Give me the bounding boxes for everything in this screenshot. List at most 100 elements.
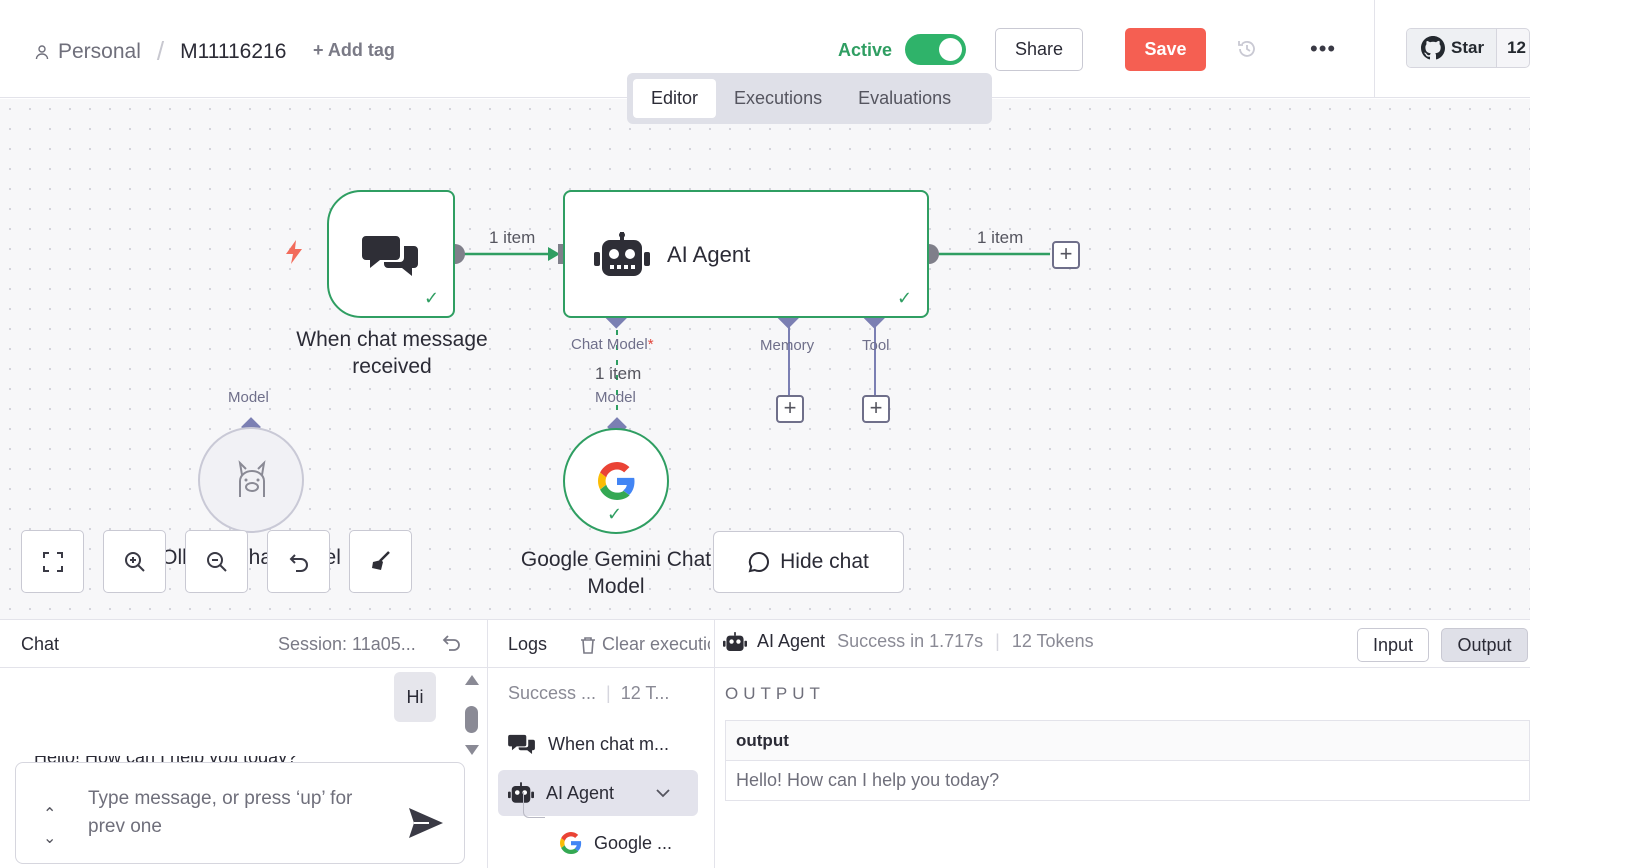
chat-model-port-label: Chat Model*: [571, 336, 654, 353]
edge-label-model-link: 1 item: [595, 364, 642, 383]
chevron-down-icon[interactable]: [656, 788, 670, 798]
chat-panel-title: Chat: [21, 634, 60, 654]
chat-model-text: Chat Model: [571, 336, 648, 353]
logs-panel-title: Logs: [508, 634, 548, 654]
chat-bubbles-icon: [508, 734, 535, 755]
scroll-up-arrow[interactable]: [465, 675, 479, 685]
memory-port-label: Memory: [760, 337, 815, 354]
trigger-label-line1: When chat message: [296, 328, 488, 351]
save-button[interactable]: Save: [1125, 28, 1206, 71]
output-header: AI Agent Success in 1.717s | 12 Tokens: [723, 631, 1094, 652]
ai-agent-title: AI Agent: [667, 242, 751, 267]
github-star-count: 12: [1507, 38, 1526, 57]
log-summary: Success ... | 12 T...: [508, 683, 669, 704]
active-toggle[interactable]: [905, 34, 966, 65]
output-node-name: AI Agent: [757, 631, 826, 651]
success-check-icon: ✓: [897, 288, 913, 308]
more-options-icon[interactable]: •••: [1310, 38, 1336, 60]
tab-executions[interactable]: Executions: [716, 79, 840, 118]
github-icon: [1421, 36, 1445, 60]
user-icon: [35, 44, 49, 59]
clear-execution-button[interactable]: Clear execution: [580, 634, 710, 655]
edge-label-trigger-agent: 1 item: [489, 228, 536, 247]
log-item-label: When chat m...: [548, 733, 670, 754]
undo-button[interactable]: [267, 530, 330, 593]
add-tag-button[interactable]: + Add tag: [313, 40, 395, 61]
chat-message-input[interactable]: ⌃ ⌄ Type message, or press ‘up’ for prev …: [15, 762, 465, 864]
output-toggle-button[interactable]: Output: [1441, 628, 1528, 662]
chat-bubbles-icon: [362, 236, 418, 276]
user-message-bubble: Hi: [394, 672, 436, 722]
log-item-gemini[interactable]: Google ...: [560, 820, 705, 866]
gemini-label-line1: Google Gemini Chat: [520, 548, 712, 571]
log-item-trigger[interactable]: When chat m...: [498, 721, 703, 767]
log-item-label: Google ...: [594, 832, 673, 853]
log-tree-connector: [523, 792, 545, 818]
chat-scrollbar-thumb[interactable]: [465, 706, 478, 733]
llama-icon: [238, 460, 266, 497]
trigger-node[interactable]: ✓: [327, 190, 455, 318]
fit-view-button[interactable]: [21, 530, 84, 593]
share-button[interactable]: Share: [995, 28, 1083, 71]
gemini-label-line2: Model: [587, 575, 645, 598]
output-column-header: output: [726, 721, 1529, 761]
ollama-chat-model-node[interactable]: [198, 427, 304, 533]
gemini-node-label: Google Gemini Chat Model: [500, 546, 732, 600]
add-tool-button[interactable]: +: [862, 395, 890, 423]
github-star-widget[interactable]: Star 12: [1406, 28, 1530, 68]
gemini-model-port-label: Model: [595, 389, 636, 406]
zoom-out-button[interactable]: [185, 530, 248, 593]
zoom-in-button[interactable]: [103, 530, 166, 593]
chat-bubble-icon: [748, 551, 770, 573]
add-next-node-button[interactable]: +: [1052, 241, 1080, 269]
robot-icon: [723, 631, 747, 651]
header-divider: [1374, 0, 1375, 98]
chat-logs-divider: [487, 619, 488, 868]
reset-session-icon[interactable]: [442, 633, 462, 653]
ollama-model-port-label: Model: [228, 389, 269, 406]
required-marker: *: [647, 336, 654, 353]
tab-editor[interactable]: Editor: [633, 79, 717, 118]
output-status: Success in 1.717s: [837, 631, 984, 651]
zoom-out-icon: [206, 551, 227, 572]
trigger-node-label: When chat message received: [270, 326, 514, 380]
toggle-knob: [939, 38, 962, 61]
google-icon: [560, 832, 582, 854]
workflow-name[interactable]: M11116216: [180, 40, 286, 64]
gemini-chat-model-node[interactable]: ✓: [563, 428, 669, 534]
project-link[interactable]: Personal: [58, 40, 141, 64]
breadcrumb: Personal / M11116216: [34, 36, 286, 67]
fullscreen-icon: [42, 551, 63, 572]
log-item-label: AI Agent: [546, 782, 615, 803]
session-id: Session: 11a05...: [278, 634, 416, 654]
hide-chat-button[interactable]: Hide chat: [713, 531, 904, 593]
tab-evaluations[interactable]: Evaluations: [840, 79, 969, 118]
send-icon[interactable]: [409, 808, 443, 838]
history-nav-icon[interactable]: ⌃ ⌄: [43, 803, 56, 851]
output-divider: |: [995, 631, 1000, 651]
breadcrumb-separator: /: [156, 36, 165, 66]
trigger-bolt-icon: [286, 240, 302, 264]
add-memory-button[interactable]: +: [776, 395, 804, 423]
clear-execution-label: Clear execution: [602, 634, 710, 654]
github-star-label: Star: [1451, 38, 1485, 57]
success-check-icon: ✓: [607, 504, 623, 524]
scroll-down-arrow[interactable]: [465, 745, 479, 755]
github-star-button[interactable]: Star: [1407, 29, 1498, 67]
ai-agent-node[interactable]: AI Agent ✓: [563, 190, 929, 318]
success-check-icon: ✓: [424, 288, 440, 308]
chat-input-placeholder: Type message, or press ‘up’ for prev one: [88, 788, 353, 837]
history-icon[interactable]: [1236, 38, 1258, 60]
tidy-up-button[interactable]: [349, 530, 412, 593]
log-summary-tokens: 12 T...: [620, 683, 670, 703]
input-toggle-button[interactable]: Input: [1357, 628, 1429, 662]
google-icon: [598, 462, 635, 500]
edge-label-agent-out: 1 item: [977, 228, 1024, 247]
view-tabs: Editor Executions Evaluations: [627, 73, 992, 124]
log-summary-status: Success ...: [508, 683, 597, 703]
robot-icon: [594, 232, 650, 276]
tool-port-label: Tool: [862, 337, 890, 354]
output-tokens: 12 Tokens: [1011, 631, 1094, 651]
zoom-in-icon: [124, 551, 145, 572]
output-value-cell[interactable]: Hello! How can I help you today?: [726, 761, 1529, 791]
